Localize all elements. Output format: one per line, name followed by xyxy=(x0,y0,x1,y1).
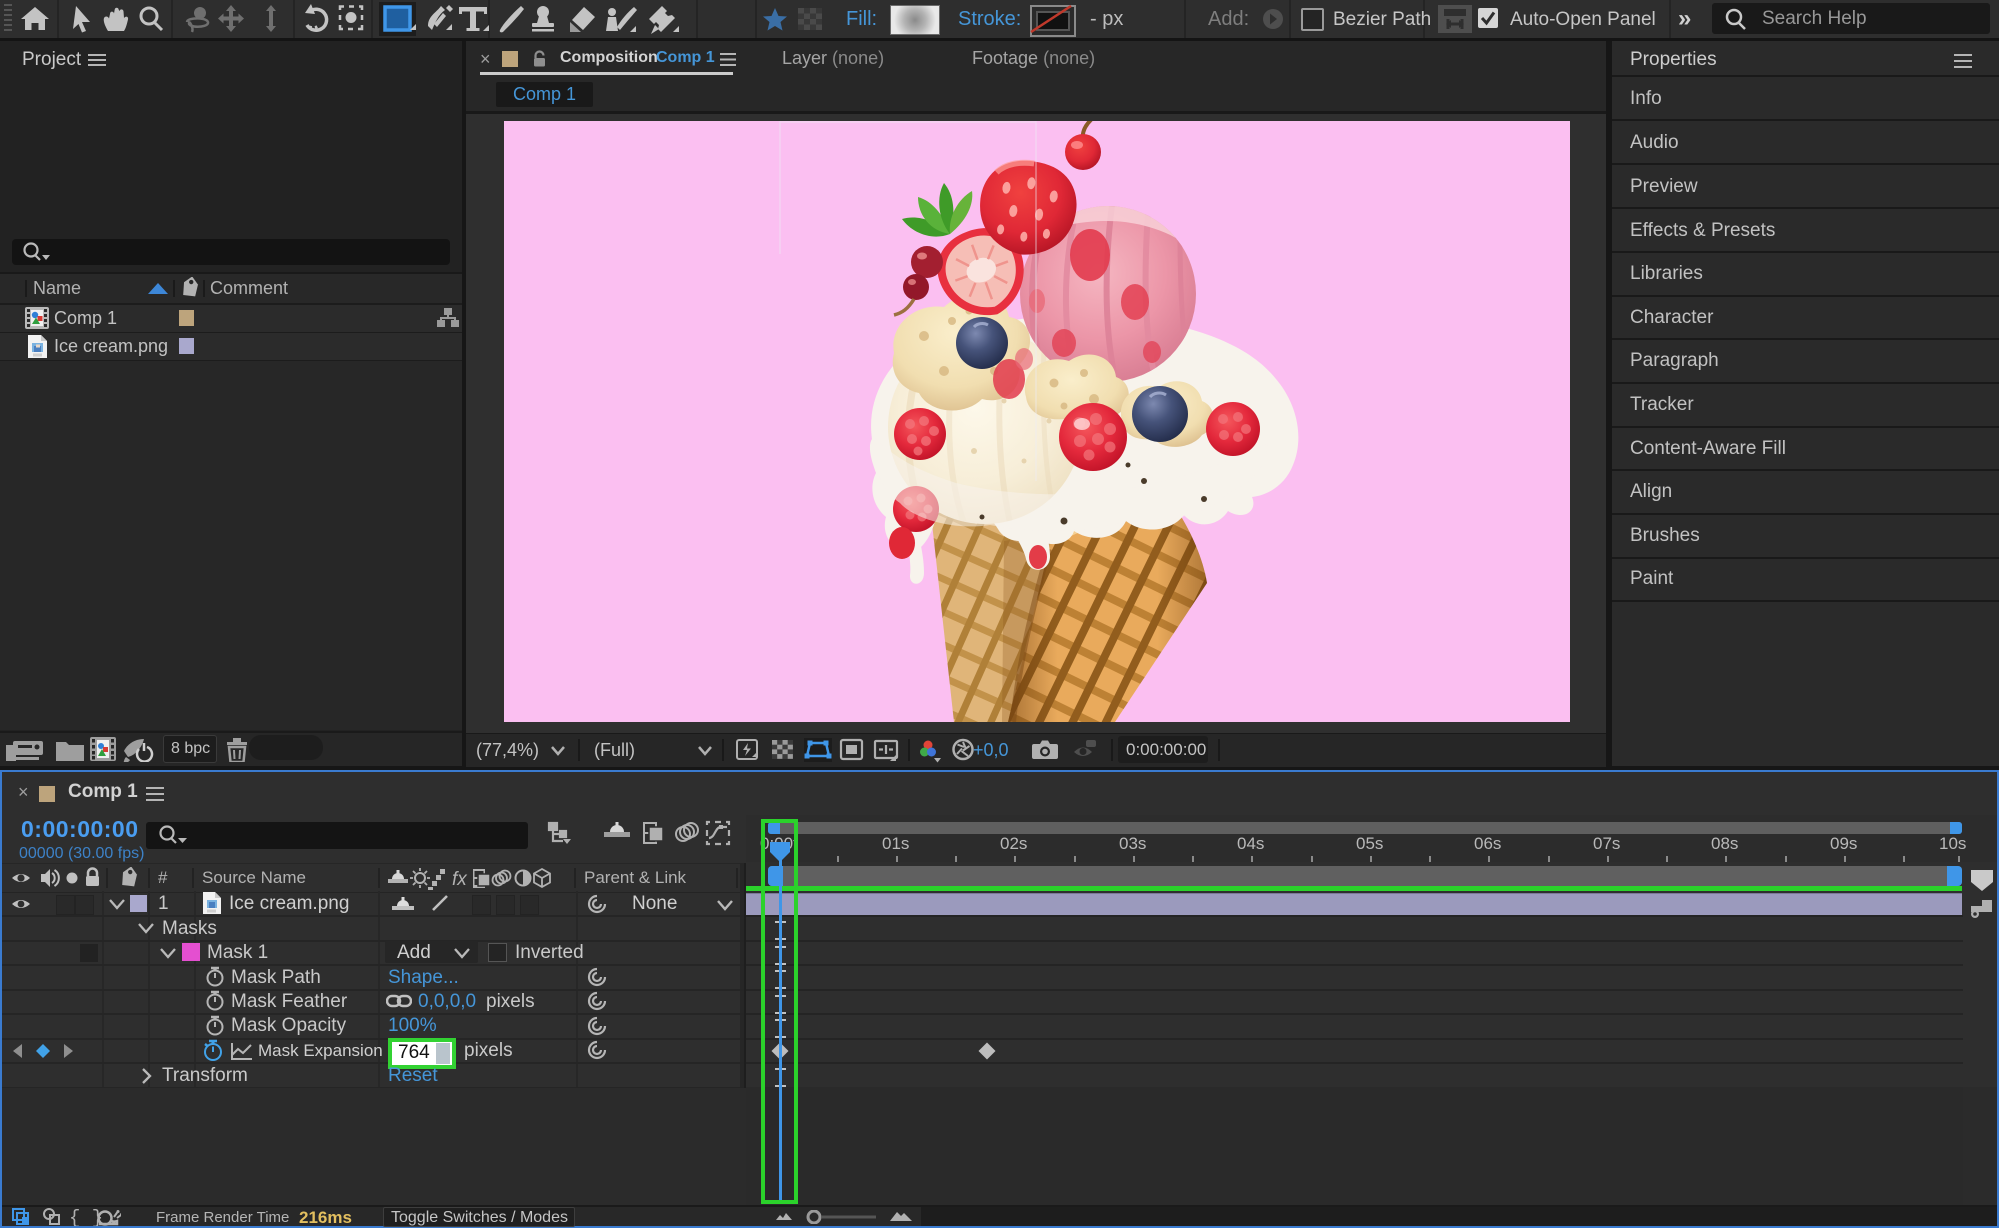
svg-text:fx: fx xyxy=(452,869,468,890)
